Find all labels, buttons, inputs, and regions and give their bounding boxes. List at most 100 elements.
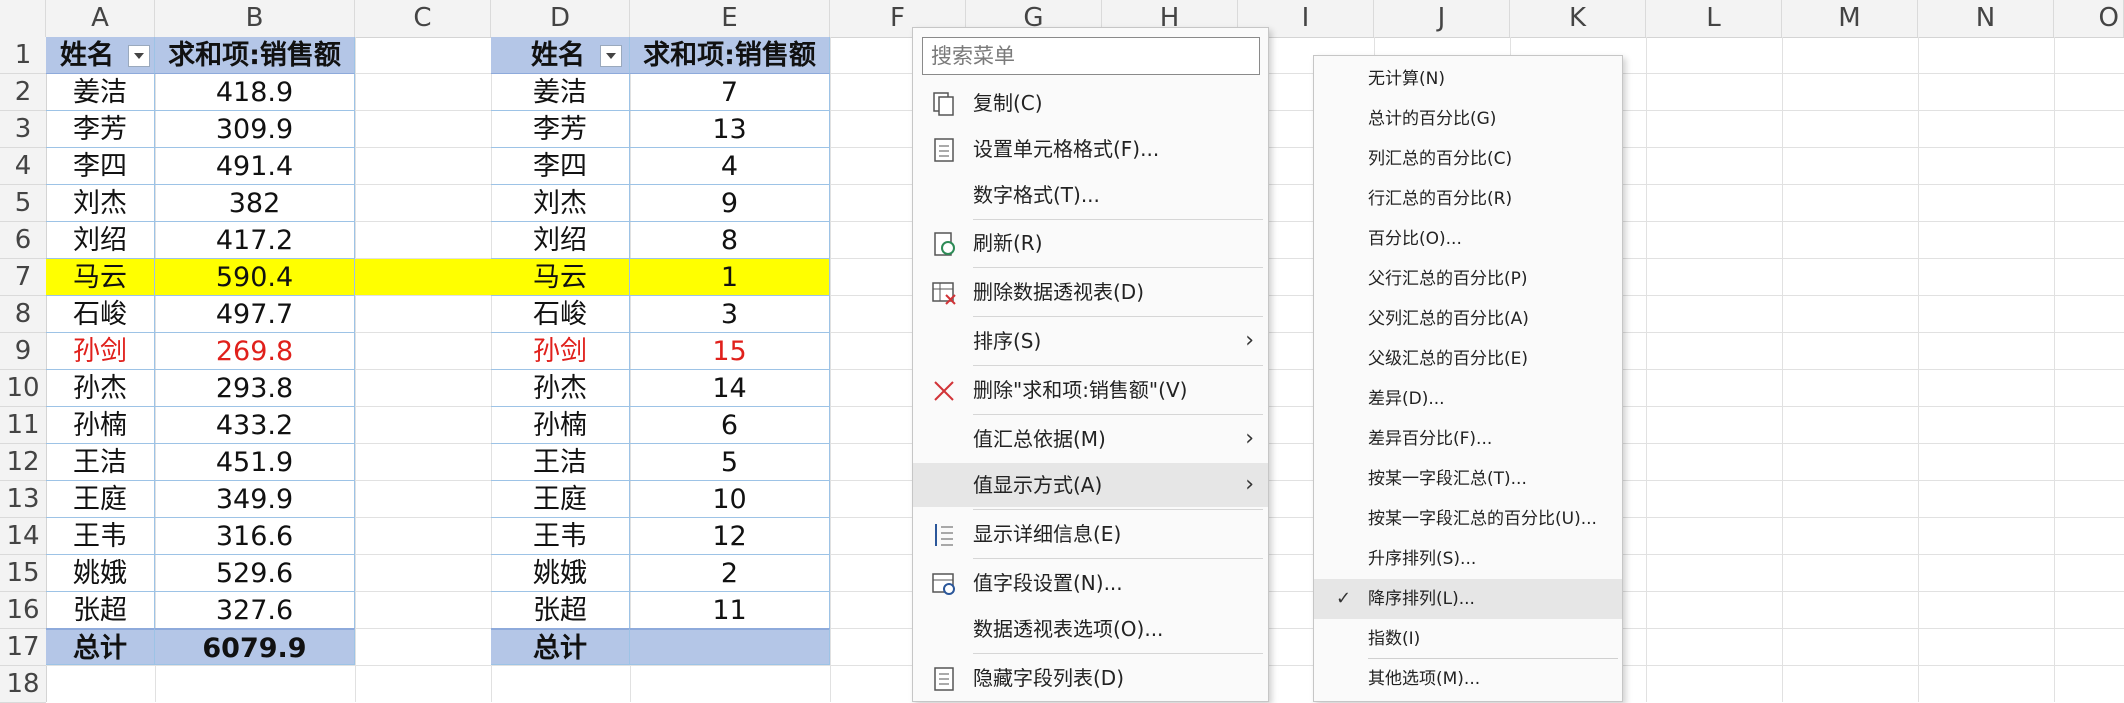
table-row-name[interactable]: 刘绍 (491, 222, 630, 259)
table-row-value[interactable]: 491.4 (155, 148, 355, 185)
table-row-name[interactable]: 刘杰 (491, 185, 630, 222)
table-row-name[interactable]: 石峻 (46, 296, 155, 333)
column-header-N[interactable]: N (1918, 0, 2054, 37)
row-header[interactable]: 11 (0, 407, 46, 444)
table-row-name[interactable]: 孙杰 (491, 370, 630, 407)
table-row-value[interactable]: 4 (630, 148, 830, 185)
table-row-value[interactable]: 8 (630, 222, 830, 259)
submenu-item[interactable]: 按某一字段汇总的百分比(U)... (1314, 499, 1622, 539)
menu-item-hide-field-list[interactable]: 隐藏字段列表(D) (913, 656, 1268, 700)
table-row-value[interactable]: 309.9 (155, 111, 355, 148)
table-row-name[interactable]: 王洁 (46, 444, 155, 481)
menu-item-format-cells[interactable]: 设置单元格格式(F)... (913, 127, 1268, 171)
table-row-name[interactable]: 李芳 (491, 111, 630, 148)
table-row-name[interactable]: 刘杰 (46, 185, 155, 222)
table-row-value[interactable]: 2 (630, 555, 830, 592)
submenu-item-checked[interactable]: ✓ 降序排列(L)... (1314, 579, 1622, 619)
table-row-name[interactable]: 马云 (491, 259, 630, 296)
table-row-name[interactable]: 王庭 (491, 481, 630, 518)
table-row-value[interactable]: 418.9 (155, 74, 355, 111)
row-header[interactable]: 15 (0, 555, 46, 592)
submenu-item[interactable]: 差异百分比(F)... (1314, 419, 1622, 459)
table-row-name[interactable]: 孙楠 (46, 407, 155, 444)
table-row-name[interactable]: 孙剑 (491, 333, 630, 370)
table-row-name[interactable]: 王庭 (46, 481, 155, 518)
table-row-value[interactable]: 417.2 (155, 222, 355, 259)
submenu-item[interactable]: 行汇总的百分比(R) (1314, 179, 1622, 219)
table-row-value[interactable]: 6 (630, 407, 830, 444)
submenu-item[interactable]: 父级汇总的百分比(E) (1314, 339, 1622, 379)
menu-item-sort[interactable]: 排序(S) › (913, 319, 1268, 363)
pivot1-total-label[interactable]: 总计 (46, 628, 155, 665)
submenu-item[interactable]: 百分比(O)... (1314, 219, 1622, 259)
select-all-corner[interactable] (0, 0, 46, 37)
table-row-value[interactable]: 433.2 (155, 407, 355, 444)
table-row-value[interactable]: 1 (630, 259, 830, 296)
filter-dropdown-icon[interactable] (128, 45, 150, 67)
submenu-item[interactable]: 无计算(N) (1314, 59, 1622, 99)
row-header[interactable]: 14 (0, 518, 46, 555)
row-header[interactable]: 17 (0, 629, 46, 666)
table-row-value[interactable]: 327.6 (155, 592, 355, 629)
menu-item-delete-pivot[interactable]: 删除数据透视表(D) (913, 270, 1268, 314)
search-menu-input[interactable]: 搜索菜单 (922, 37, 1260, 75)
table-row-value[interactable]: 316.6 (155, 518, 355, 555)
table-row-value[interactable]: 12 (630, 518, 830, 555)
column-header-E[interactable]: E (630, 0, 830, 37)
table-row-value[interactable]: 14 (630, 370, 830, 407)
table-row-name[interactable]: 王韦 (46, 518, 155, 555)
submenu-item[interactable]: 升序排列(S)... (1314, 539, 1622, 579)
table-row-name[interactable]: 张超 (46, 592, 155, 629)
menu-item-remove-field[interactable]: 删除"求和项:销售额"(V) (913, 368, 1268, 412)
table-row-value[interactable]: 269.8 (155, 333, 355, 370)
column-header-A[interactable]: A (46, 0, 155, 37)
table-row-value[interactable]: 9 (630, 185, 830, 222)
row-header[interactable]: 2 (0, 74, 46, 111)
column-header-J[interactable]: J (1374, 0, 1510, 37)
row-header[interactable]: 8 (0, 296, 46, 333)
table-row-value[interactable]: 13 (630, 111, 830, 148)
column-header-O[interactable]: O (2054, 0, 2124, 37)
submenu-item[interactable]: 指数(I) (1314, 619, 1622, 659)
menu-item-show-values-as[interactable]: 值显示方式(A) › (913, 463, 1268, 507)
menu-item-refresh[interactable]: 刷新(R) (913, 221, 1268, 265)
pivot2-header-value[interactable]: 求和项:销售额 (630, 37, 830, 74)
column-header-L[interactable]: L (1646, 0, 1782, 37)
submenu-item[interactable]: 总计的百分比(G) (1314, 99, 1622, 139)
pivot2-total-value[interactable] (630, 628, 830, 665)
table-row-name[interactable]: 张超 (491, 592, 630, 629)
table-row-value[interactable]: 15 (630, 333, 830, 370)
table-row-value[interactable]: 529.6 (155, 555, 355, 592)
row-header[interactable]: 6 (0, 222, 46, 259)
table-row-name[interactable]: 王韦 (491, 518, 630, 555)
table-row-value[interactable]: 497.7 (155, 296, 355, 333)
table-row-name[interactable]: 孙楠 (491, 407, 630, 444)
row-header[interactable]: 18 (0, 666, 46, 703)
table-row-value[interactable]: 382 (155, 185, 355, 222)
column-header-K[interactable]: K (1510, 0, 1646, 37)
pivot2-total-label[interactable]: 总计 (491, 628, 630, 665)
table-row-value[interactable]: 5 (630, 444, 830, 481)
column-header-B[interactable]: B (155, 0, 355, 37)
filter-dropdown-icon[interactable] (600, 45, 622, 67)
table-row-name[interactable]: 王洁 (491, 444, 630, 481)
submenu-item[interactable]: 父行汇总的百分比(P) (1314, 259, 1622, 299)
table-row-name[interactable]: 李四 (46, 148, 155, 185)
row-header[interactable]: 3 (0, 111, 46, 148)
table-row-name[interactable]: 姚娥 (491, 555, 630, 592)
table-row-name[interactable]: 李四 (491, 148, 630, 185)
menu-item-number-format[interactable]: 数字格式(T)... (913, 173, 1268, 217)
table-row-value[interactable]: 451.9 (155, 444, 355, 481)
table-row-name[interactable]: 孙剑 (46, 333, 155, 370)
pivot1-total-value[interactable]: 6079.9 (155, 628, 355, 665)
column-header-M[interactable]: M (1782, 0, 1918, 37)
submenu-item[interactable]: 列汇总的百分比(C) (1314, 139, 1622, 179)
row-header[interactable]: 12 (0, 444, 46, 481)
row-header[interactable]: 9 (0, 333, 46, 370)
row-header[interactable]: 16 (0, 592, 46, 629)
table-row-value[interactable]: 10 (630, 481, 830, 518)
row-header[interactable]: 10 (0, 370, 46, 407)
table-row-name[interactable]: 马云 (46, 259, 155, 296)
table-row-name[interactable]: 姜洁 (491, 74, 630, 111)
row-header[interactable]: 5 (0, 185, 46, 222)
